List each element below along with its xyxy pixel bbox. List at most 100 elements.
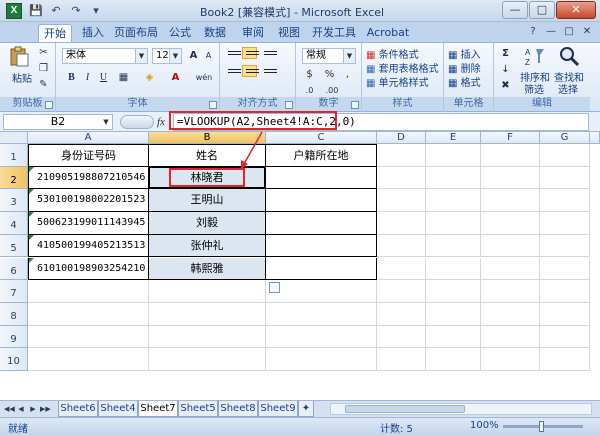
grid-cell[interactable]	[481, 257, 540, 281]
grid-cell[interactable]	[481, 234, 540, 258]
font-launcher-icon[interactable]	[209, 101, 217, 109]
format-painter-icon[interactable]: ✎	[36, 77, 51, 92]
grid-cell[interactable]	[426, 348, 481, 371]
italic-button[interactable]: I	[80, 70, 95, 85]
grid-cell[interactable]	[28, 302, 149, 326]
grid-cell[interactable]	[426, 257, 481, 281]
grid-cell[interactable]	[481, 144, 540, 167]
grid-cell[interactable]	[540, 348, 590, 371]
chevron-down-icon[interactable]: ▼	[169, 49, 181, 63]
font-name-combo[interactable]: 宋体 ▼	[62, 48, 148, 64]
grid-cell[interactable]	[266, 280, 377, 303]
phonetic-guide-button[interactable]: wén	[194, 70, 214, 85]
grid-cell[interactable]	[266, 302, 377, 326]
grid-cell[interactable]	[540, 280, 590, 303]
grid-cell[interactable]	[481, 280, 540, 303]
grid-cell[interactable]	[426, 189, 481, 213]
grid-cell[interactable]	[266, 212, 377, 235]
paste-options-icon[interactable]	[269, 282, 280, 294]
percent-button[interactable]: %	[322, 67, 337, 82]
fill-icon[interactable]: ↓	[498, 62, 513, 77]
grid-cell[interactable]	[481, 212, 540, 235]
grid-cell[interactable]	[540, 234, 590, 258]
office-button[interactable]	[2, 22, 36, 42]
clipboard-launcher-icon[interactable]	[45, 101, 53, 109]
grid-cell[interactable]	[540, 302, 590, 326]
align-center-icon[interactable]	[242, 65, 259, 77]
grid-cell[interactable]	[540, 257, 590, 281]
insert-cells-button[interactable]: ▦ 插入	[448, 46, 481, 61]
scroll-thumb[interactable]	[345, 405, 465, 413]
id-cell[interactable]: 530100198002201523	[28, 189, 149, 213]
format-as-table-button[interactable]: ▦ 套用表格格式	[366, 60, 439, 75]
table-header-cell[interactable]: 身份证号码	[28, 144, 149, 167]
grid-cell[interactable]	[540, 212, 590, 235]
column-header-a[interactable]: A	[28, 132, 149, 144]
grid-cell[interactable]	[149, 348, 266, 371]
currency-icon[interactable]: $	[302, 67, 317, 82]
font-size-combo[interactable]: 12 ▼	[152, 48, 182, 64]
cell-styles-button[interactable]: ▦ 单元格样式	[366, 74, 429, 89]
row-header[interactable]: 5	[0, 234, 28, 258]
tab-review[interactable]: 审阅	[238, 24, 268, 42]
id-cell[interactable]: 210905198807210546	[28, 166, 149, 190]
font-color-button[interactable]: A	[168, 70, 183, 85]
sort-filter-icon[interactable]: A Z	[524, 45, 546, 67]
redo-icon[interactable]: ↷	[68, 3, 84, 19]
increase-decimal-icon[interactable]: .0	[302, 83, 317, 98]
grid-cell[interactable]	[266, 325, 377, 349]
grid-cell[interactable]	[149, 280, 266, 303]
fill-color-icon[interactable]: ◈	[142, 70, 157, 85]
id-cell[interactable]: 610100198903254210	[28, 257, 149, 281]
format-cells-button[interactable]: ▦ 格式	[448, 74, 481, 89]
row-header[interactable]: 7	[0, 280, 28, 303]
sheet-tab-sheet4[interactable]: Sheet4	[98, 401, 138, 417]
grid-cell[interactable]	[377, 325, 426, 349]
name-box[interactable]: B2 ▼	[3, 114, 113, 130]
align-top-icon[interactable]	[224, 47, 241, 59]
grid-cell[interactable]	[149, 325, 266, 349]
zoom-level[interactable]: 100%	[470, 420, 499, 431]
grid-cell[interactable]	[377, 189, 426, 213]
sheet-tab-sheet6[interactable]: Sheet6	[58, 401, 98, 417]
column-header-e[interactable]: E	[426, 132, 481, 144]
grid-cell[interactable]	[377, 257, 426, 281]
id-cell[interactable]: 410500199405213513	[28, 234, 149, 258]
number-launcher-icon[interactable]	[351, 101, 359, 109]
tab-developer[interactable]: 开发工具	[310, 24, 358, 42]
grid-cell[interactable]	[426, 166, 481, 190]
formula-bar-buttons[interactable]	[120, 115, 154, 129]
sort-filter-label-2[interactable]: 筛选	[524, 81, 544, 96]
worksheet-grid[interactable]: A B C D E F G 1 身份证号码 姓名 户籍所在地 2 210905198807…	[0, 131, 600, 400]
grid-cell[interactable]	[540, 144, 590, 167]
minimize-button[interactable]: —	[502, 1, 528, 19]
grid-cell[interactable]	[426, 234, 481, 258]
clear-icon[interactable]: ✖	[498, 78, 513, 93]
prev-sheet-icon[interactable]: ◀	[16, 403, 26, 415]
bold-button[interactable]: B	[64, 70, 79, 85]
tab-insert[interactable]: 插入	[78, 24, 108, 42]
tab-view[interactable]: 视图	[274, 24, 304, 42]
grid-cell[interactable]	[377, 280, 426, 303]
column-header-d[interactable]: D	[377, 132, 426, 144]
row-header[interactable]: 3	[0, 189, 28, 213]
shrink-font-icon[interactable]: A	[201, 48, 216, 63]
tab-home[interactable]: 开始	[38, 24, 72, 42]
tab-page-layout[interactable]: 页面布局	[112, 24, 160, 42]
grid-cell[interactable]	[426, 280, 481, 303]
borders-icon[interactable]: ▦	[116, 70, 131, 85]
vertical-scrollbar-top[interactable]	[590, 132, 600, 144]
grid-cell[interactable]	[377, 212, 426, 235]
error-indicator-icon[interactable]	[29, 212, 34, 218]
column-header-g[interactable]: G	[540, 132, 590, 144]
find-select-label-2[interactable]: 选择	[558, 81, 578, 96]
paste-icon[interactable]	[8, 45, 30, 67]
column-header-c[interactable]: C	[266, 132, 377, 144]
decrease-decimal-icon[interactable]: .00	[322, 83, 342, 98]
sheet-tab-sheet9[interactable]: Sheet9	[258, 401, 298, 417]
help-icon[interactable]: ?	[526, 25, 540, 39]
grid-cell[interactable]	[377, 348, 426, 371]
column-header-b[interactable]: B	[149, 132, 266, 144]
save-icon[interactable]: 💾	[28, 3, 44, 19]
zoom-slider-thumb[interactable]	[539, 421, 544, 432]
